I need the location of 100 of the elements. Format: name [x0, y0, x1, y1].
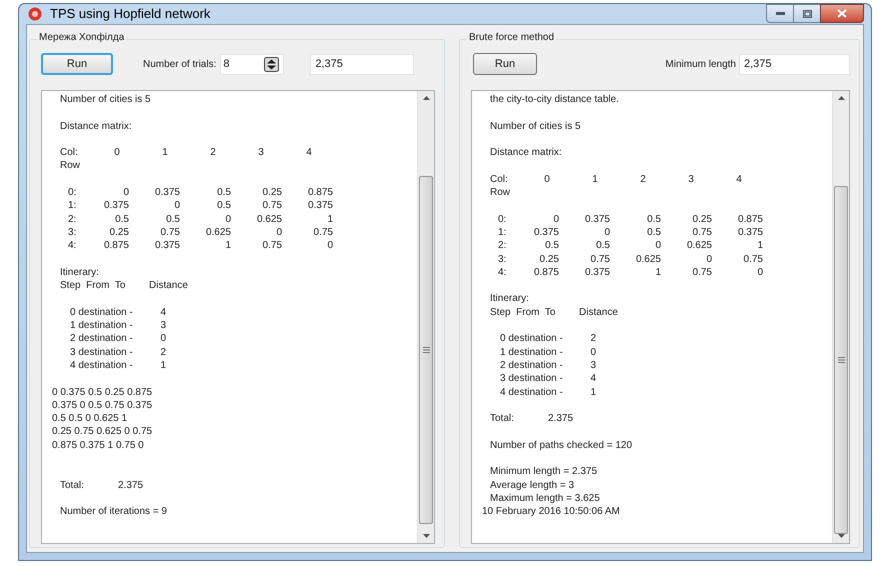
- matrix-cell-text: 0: [173, 199, 180, 213]
- matrix-cell-text: 0.625: [686, 239, 712, 253]
- step-label: 1 destination -: [500, 346, 564, 359]
- run-button[interactable]: Run: [41, 53, 113, 75]
- step-label: 0 destination -: [70, 306, 134, 320]
- output-line: Distance matrix:: [59, 120, 132, 133]
- matrix-cell-text: 0.625: [256, 212, 282, 226]
- output-line: Row: [489, 186, 510, 200]
- matrix-cell-text: 0.5: [646, 226, 661, 240]
- column-header: 3: [687, 172, 695, 186]
- scroll-down-icon[interactable]: [422, 534, 430, 538]
- row-label: Col:: [490, 172, 509, 186]
- destination-value: 3: [159, 319, 166, 332]
- matrix-cell-text: 0: [756, 266, 763, 280]
- column-header: 3: [257, 146, 265, 160]
- matrix-cell-text: 0.5: [216, 186, 231, 200]
- destination-value: 2: [159, 346, 166, 359]
- trials-spin-field[interactable]: 8: [220, 54, 284, 74]
- column-header: Step From To: [60, 279, 126, 292]
- minimize-button[interactable]: [766, 4, 794, 23]
- matrix-cell-text: 0.75: [692, 266, 712, 280]
- step-label: 3 destination -: [500, 372, 564, 386]
- output-line: the city-to-city distance table.: [489, 93, 619, 106]
- output-line: 0 0.375 0.5 0.25 0.875: [51, 386, 152, 399]
- step-label: 2 destination -: [70, 332, 134, 346]
- destination-value: 4: [589, 372, 596, 386]
- maximize-icon: [802, 10, 812, 18]
- row-label: 3:: [67, 226, 78, 240]
- row-label: 2:: [67, 212, 78, 226]
- column-header: 4: [305, 146, 313, 160]
- column-header: 4: [735, 172, 743, 186]
- close-button[interactable]: [820, 4, 864, 23]
- trials-label: Number of trials:: [143, 58, 216, 72]
- matrix-cell-text: 0.25: [692, 212, 712, 226]
- matrix-cell-text: 0: [705, 252, 712, 266]
- scroll-up-icon[interactable]: [422, 96, 430, 100]
- output-line: 0.25 0.75 0.625 0 0.75: [51, 425, 152, 439]
- step-label: 3 destination -: [70, 346, 134, 359]
- matrix-cell-text: 0.25: [538, 252, 559, 266]
- output-line: Number of cities is 5: [489, 120, 581, 133]
- row-label: 1:: [67, 199, 78, 213]
- scrollbar[interactable]: [832, 91, 849, 543]
- row-label: 3:: [497, 252, 508, 266]
- matrix-cell-text: 0: [654, 239, 661, 253]
- destination-value: 3: [589, 358, 596, 372]
- output-line: Distance matrix:: [489, 146, 562, 160]
- close-icon: [837, 9, 847, 18]
- matrix-cell-text: 0.75: [262, 199, 282, 213]
- matrix-cell-text: 0: [224, 212, 231, 226]
- matrix-cell-text: 1: [756, 239, 763, 253]
- matrix-cell-text: 0.375: [736, 226, 763, 240]
- matrix-cell-text: 0.375: [532, 226, 559, 240]
- group-title: Мережа Хопфілда: [37, 31, 126, 45]
- destination-value: 2: [589, 332, 596, 346]
- matrix-cell-text: 0.5: [165, 212, 180, 226]
- matrix-cell-text: 1: [224, 239, 231, 253]
- matrix-cell-text: 0: [603, 226, 610, 240]
- grip-icon: [838, 357, 844, 363]
- column-header: Distance: [579, 306, 618, 320]
- row-label: 0:: [497, 212, 508, 226]
- value-field[interactable]: 2,375: [310, 54, 414, 74]
- scroll-thumb[interactable]: [419, 176, 433, 524]
- column-header: 0: [543, 172, 551, 186]
- matrix-cell-text: 0.375: [102, 199, 129, 213]
- total-label: Total:: [60, 478, 85, 492]
- matrix-cell-text: 0: [326, 239, 333, 253]
- total-value: 2.375: [548, 412, 574, 426]
- matrix-cell-text: 0.375: [306, 199, 333, 213]
- row-label: 2:: [497, 239, 508, 253]
- output-line: Itinerary:: [489, 292, 529, 306]
- matrix-cell-text: 0.75: [312, 226, 333, 240]
- spin-arrows-icon[interactable]: [264, 56, 280, 72]
- row-label: 0:: [67, 186, 78, 200]
- matrix-cell-text: 0.25: [108, 226, 129, 240]
- run-button[interactable]: Run: [473, 53, 537, 75]
- grip-icon: [422, 347, 430, 353]
- matrix-cell-text: 0.625: [634, 252, 661, 266]
- scroll-thumb[interactable]: [834, 186, 848, 534]
- maximize-button[interactable]: [794, 4, 820, 23]
- step-label: 2 destination -: [500, 358, 564, 372]
- value-field[interactable]: 2,375: [739, 54, 850, 74]
- matrix-cell-text: 0: [122, 186, 129, 200]
- total-label: Total:: [490, 412, 515, 426]
- step-label: 1 destination -: [70, 319, 134, 332]
- matrix-cell-text: 0.75: [742, 252, 763, 266]
- output-line: 10 February 2016 10:50:06 AM: [481, 505, 620, 518]
- matrix-cell-text: 0.75: [160, 226, 180, 240]
- step-label: 4 destination -: [70, 358, 134, 372]
- column-header: 1: [591, 172, 599, 186]
- scrollbar[interactable]: [417, 91, 434, 543]
- destination-value: 0: [159, 332, 166, 346]
- output-line: Maximum length = 3.625: [489, 492, 600, 506]
- total-value: 2.375: [118, 478, 144, 492]
- matrix-cell-text: 0.75: [262, 239, 282, 253]
- window-title: TPS using Hopfield network: [50, 5, 210, 24]
- matrix-cell-text: 0.875: [532, 266, 559, 280]
- scroll-up-icon[interactable]: [838, 96, 844, 100]
- matrix-cell-text: 0.875: [102, 239, 129, 253]
- matrix-cell-text: 0.875: [736, 212, 763, 226]
- row-label: 1:: [497, 226, 508, 240]
